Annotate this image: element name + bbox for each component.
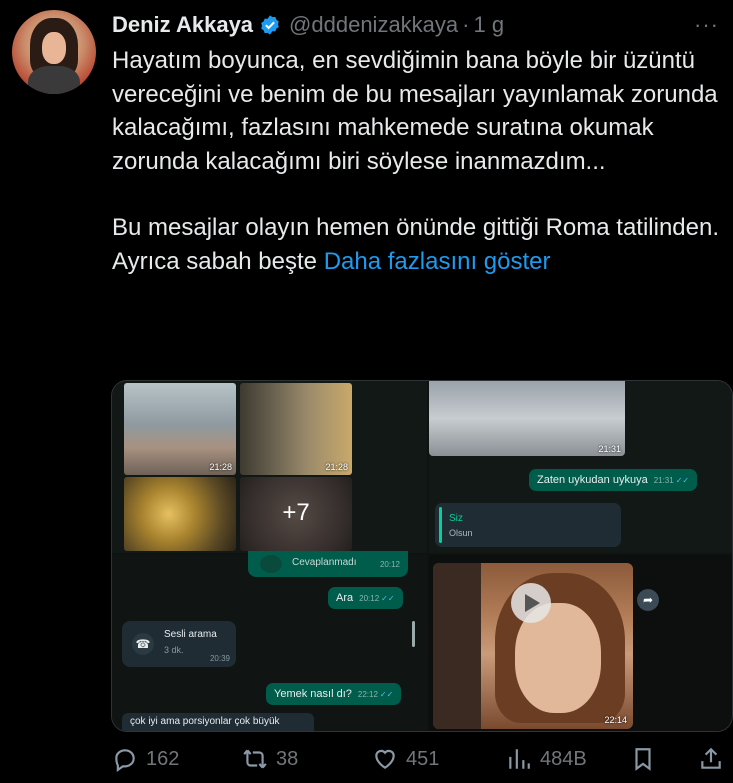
like-count: 451 [406,747,440,770]
more-options-icon[interactable]: ··· [694,12,719,38]
reply-bubble: Siz Olsun [435,503,621,547]
author-handle[interactable]: @dddenizakkaya [289,12,458,38]
views-button[interactable]: 484B [506,746,587,772]
photo-thumbnail: 21:28 [124,383,236,475]
views-count: 484B [540,747,587,770]
media-image-2[interactable]: 21:31 Zaten uykudan uykuya 21:31 ✓✓ Siz Ol… [429,381,732,553]
voice-call-card: ☎ Sesli arama 3 dk. 20:39 [122,621,236,667]
message-text: Ara [336,592,354,604]
voice-call-duration: 3 dk. [164,645,184,655]
tweet-text: Hayatım boyunca, en sevdiğimin bana böyl… [112,44,722,278]
reply-icon [115,749,135,772]
media-image-4[interactable]: 22:14 ➦ [429,555,732,731]
share-button[interactable] [698,746,732,772]
read-ticks-icon: ✓✓ [381,594,395,603]
heart-icon [375,749,395,769]
reply-count: 162 [146,747,180,770]
verified-badge-icon [261,15,279,35]
tweet-header: Deniz Akkaya @dddenizakkaya · 1 g [112,8,504,42]
retweet-icon [243,749,267,769]
media-image-1[interactable]: 21:28 21:28 +7 [112,381,427,553]
author-name[interactable]: Deniz Akkaya [112,12,253,38]
voice-call-label: Sesli arama [164,629,217,640]
show-more-link[interactable]: Daha fazlasını göster [324,248,551,275]
photo-thumbnail-more: +7 [240,477,352,551]
tweet-paragraph-2-line-1: Bu mesajlar olayın hemen önünde gittiği … [112,214,720,241]
bookmark-button[interactable] [630,746,664,772]
message-time: 21:31 [653,476,674,485]
action-bar: 162 38 451 484B [108,740,728,780]
video-person-side [433,563,481,729]
tweet-paragraph-1: Hayatım boyunca, en sevdiğimin bana böyl… [112,47,718,175]
bookmark-icon [635,748,651,771]
voice-call-time: 20:39 [209,654,230,663]
video-thumbnail: 22:14 [433,563,633,729]
retweet-count: 38 [276,747,299,770]
read-ticks-icon: ✓✓ [675,476,690,485]
photo-thumbnail: 21:28 [240,383,352,475]
missed-call-icon [260,555,282,573]
photo-time: 21:28 [209,462,232,472]
share-icon [701,747,721,769]
more-photos-count: +7 [282,499,310,526]
message-text: Yemek nasıl dı? [274,688,352,700]
avatar-body [28,66,80,94]
scrollbar [412,621,415,647]
reply-bar [439,507,442,543]
video-time: 22:14 [604,715,627,725]
message-text: Zaten uykudan uykuya [537,474,648,486]
photo-thumbnail [124,477,236,551]
media-grid[interactable]: 21:28 21:28 +7 21:31 Zaten uykudan uykuy… [111,380,733,732]
play-icon[interactable] [511,583,551,623]
incoming-message: çok iyi ama porsiyonlar çok büyük [122,713,314,731]
retweet-button[interactable]: 38 [242,746,298,772]
missed-call-time: 20:12 [379,560,400,569]
forward-icon[interactable]: ➦ [637,589,659,611]
timestamp[interactable]: 1 g [473,12,504,38]
outgoing-message: Ara 20:12 ✓✓ [328,587,403,609]
photo-time: 21:28 [325,462,348,472]
tweet-paragraph-2-line-2: Ayrıca sabah beşte Daha fazlasını göster [112,245,722,279]
reply-button[interactable]: 162 [112,746,179,772]
views-icon [509,749,530,769]
photo-time: 21:31 [598,444,621,454]
read-ticks-icon: ✓✓ [379,690,394,699]
reply-text: Olsun [449,528,473,538]
missed-call-bubble: Cevaplanmadı 20:12 [248,551,408,577]
phone-icon: ☎ [132,633,154,655]
separator-dot: · [462,12,470,37]
avatar-face [42,32,66,64]
outgoing-message: Zaten uykudan uykuya 21:31 ✓✓ [529,469,698,491]
missed-call-label: Cevaplanmadı [292,557,357,568]
avatar[interactable] [12,10,96,94]
reply-name: Siz [449,513,463,524]
media-image-3[interactable]: Cevaplanmadı 20:12 Ara 20:12 ✓✓ ☎ Sesli ar… [112,551,427,731]
outgoing-message: Yemek nasıl dı? 22:12 ✓✓ [266,683,402,705]
message-time: 22:12 [357,690,378,699]
tweet-paragraph-2-text: Ayrıca sabah beşte [112,247,318,275]
photo-thumbnail: 21:31 [429,381,625,456]
message-time: 20:12 [359,594,380,603]
like-button[interactable]: 451 [372,746,439,772]
